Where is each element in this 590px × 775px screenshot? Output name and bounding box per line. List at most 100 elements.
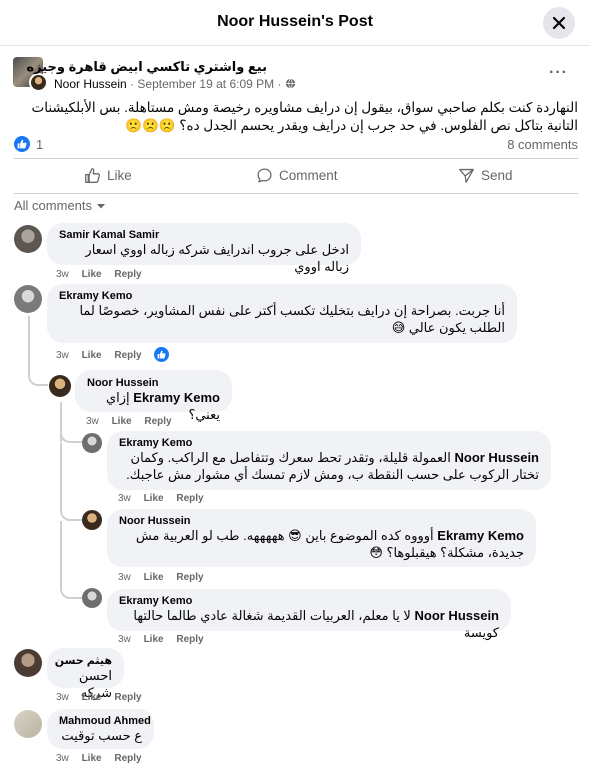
comment-actions: 3w Like Reply	[56, 269, 152, 280]
comment-mention[interactable]: Ekramy Kemo	[437, 528, 524, 543]
like-reaction-icon[interactable]	[14, 136, 30, 152]
comment-reply-button[interactable]: Reply	[114, 692, 141, 703]
dialog-title: Noor Hussein's Post	[217, 13, 373, 30]
dialog-header: Noor Hussein's Post	[0, 0, 590, 46]
thread-line	[60, 443, 62, 509]
comment-time[interactable]: 3w	[118, 572, 131, 583]
comment-reply-button[interactable]: Reply	[176, 634, 203, 645]
caret-down-icon	[97, 203, 106, 208]
post-timestamp[interactable]: September 19 at 6:09 PM	[137, 77, 274, 91]
comment-bubble: هيثم حسن احسن شركه	[47, 648, 124, 700]
post-meta: Noor Hussein · September 19 at 6:09 PM ·	[54, 77, 296, 91]
send-button[interactable]: Send	[458, 167, 513, 184]
avatar[interactable]	[82, 510, 102, 530]
comment-author[interactable]: Samir Kamal Samir	[59, 229, 349, 241]
comment-bubble: Mahmoud Ahmed ع حسب توقيت	[47, 709, 154, 749]
comment-author[interactable]: Noor Hussein	[87, 377, 220, 389]
comment-mention[interactable]: Noor Hussein	[414, 608, 499, 623]
comment-mention[interactable]: Ekramy Kemo	[133, 390, 220, 405]
close-icon	[552, 16, 566, 30]
comment-filter-label: All comments	[14, 198, 93, 213]
comment-bubble: Ekramy Kemo Noor Hussein لا يا معلم، الع…	[107, 589, 511, 640]
author-name[interactable]: Noor Hussein	[54, 77, 127, 91]
comment-author[interactable]: Mahmoud Ahmed	[59, 715, 151, 727]
comment-reply-button[interactable]: Reply	[176, 572, 203, 583]
avatar[interactable]	[14, 649, 42, 677]
comment-like-button[interactable]: Like	[82, 350, 102, 361]
avatar[interactable]	[14, 710, 42, 738]
more-options-button[interactable]: ···	[549, 64, 568, 82]
comment-author[interactable]: Ekramy Kemo	[59, 290, 505, 302]
group-name[interactable]: بيع واشتري تاكسي ابيض قاهرة وجيزه	[26, 59, 267, 75]
avatar[interactable]	[14, 225, 42, 253]
comment-bubble: Samir Kamal Samir ادخل على جروب اندرايف …	[47, 223, 361, 274]
comment-like-reaction[interactable]	[154, 347, 169, 362]
comment-like-button[interactable]: Like	[144, 572, 164, 583]
comment-time[interactable]: 3w	[56, 269, 69, 280]
avatar[interactable]	[49, 375, 71, 397]
comment-like-button[interactable]: Like	[82, 753, 102, 764]
author-avatar[interactable]	[29, 73, 48, 92]
comment-like-button[interactable]: Like	[144, 493, 164, 504]
send-button-label: Send	[481, 168, 513, 183]
comment-text: أنا جربت. بصراحة إن درايف بتخليك تكسب أك…	[79, 303, 505, 335]
comment-actions: 3w Like Reply	[56, 692, 152, 703]
comment-actions: 3w Like Reply	[118, 572, 214, 583]
comment-actions: 3w Like Reply	[86, 416, 182, 427]
comment-filter-dropdown[interactable]: All comments	[14, 198, 106, 213]
comment-actions: 3w Like Reply	[118, 493, 214, 504]
like-button[interactable]: Like	[84, 167, 132, 184]
comment-like-button[interactable]: Like	[112, 416, 132, 427]
thumbs-up-icon	[85, 168, 100, 183]
comment-reply-button[interactable]: Reply	[144, 416, 171, 427]
comment-actions: 3w Like Reply	[56, 350, 152, 361]
reaction-summary: 1 8 comments	[14, 136, 578, 154]
comment-time[interactable]: 3w	[118, 493, 131, 504]
comment-count[interactable]: 8 comments	[507, 137, 578, 152]
comment-bubble: Noor Hussein Ekramy Kemo أوووه كده الموض…	[107, 509, 536, 567]
comment-bubble: Ekramy Kemo أنا جربت. بصراحة إن درايف بت…	[47, 284, 517, 343]
comment-like-button[interactable]: Like	[82, 692, 102, 703]
comment-button-label: Comment	[279, 168, 338, 183]
comment-icon	[257, 168, 272, 183]
comment-time[interactable]: 3w	[56, 753, 69, 764]
comment-reply-button[interactable]: Reply	[114, 350, 141, 361]
comment-bubble: Noor Hussein Ekramy Kemo إزاي يعني؟	[75, 370, 232, 422]
comment-time[interactable]: 3w	[56, 350, 69, 361]
comment-mention[interactable]: Noor Hussein	[454, 450, 539, 465]
close-button[interactable]	[543, 7, 575, 39]
comment-time[interactable]: 3w	[56, 692, 69, 703]
comment-text: Ekramy Kemo أوووه كده الموضوع باين 😎 ههه…	[119, 527, 524, 561]
comment-actions: 3w Like Reply	[118, 634, 214, 645]
comment-text: Noor Hussein العمولة قليلة، وتقدر تحط سع…	[119, 449, 539, 483]
avatar[interactable]	[82, 588, 102, 608]
comment-author[interactable]: Ekramy Kemo	[119, 595, 499, 607]
comment-actions: 3w Like Reply	[56, 753, 152, 764]
comment-like-button[interactable]: Like	[144, 634, 164, 645]
post-header: بيع واشتري تاكسي ابيض قاهرة وجيزه Noor H…	[13, 57, 578, 93]
post-action-bar: Like Comment Send	[14, 158, 578, 194]
thread-connector	[60, 431, 82, 443]
globe-icon	[285, 78, 295, 89]
comment-reply-button[interactable]: Reply	[114, 753, 141, 764]
post-text: النهاردة كنت بكلم صاحبي سواق، بيقول إن د…	[31, 100, 578, 133]
thread-connector	[60, 587, 82, 599]
avatar[interactable]	[14, 285, 42, 313]
avatar[interactable]	[82, 433, 102, 453]
comment-text: ع حسب توقيت	[61, 728, 142, 743]
comment-button[interactable]: Comment	[256, 167, 338, 184]
comment-time[interactable]: 3w	[118, 634, 131, 645]
comment-time[interactable]: 3w	[86, 416, 99, 427]
comment-like-button[interactable]: Like	[82, 269, 102, 280]
thread-connector	[60, 509, 82, 521]
comment-reply-button[interactable]: Reply	[114, 269, 141, 280]
like-count[interactable]: 1	[36, 137, 43, 152]
comment-reply-button[interactable]: Reply	[176, 493, 203, 504]
thread-line	[60, 521, 62, 587]
comment-bubble: Ekramy Kemo Noor Hussein العمولة قليلة، …	[107, 431, 551, 490]
thread-line	[28, 316, 30, 370]
comment-author[interactable]: هيثم حسن	[55, 654, 112, 667]
send-icon	[459, 168, 474, 183]
comment-author[interactable]: Ekramy Kemo	[119, 437, 539, 449]
comment-author[interactable]: Noor Hussein	[119, 515, 524, 527]
